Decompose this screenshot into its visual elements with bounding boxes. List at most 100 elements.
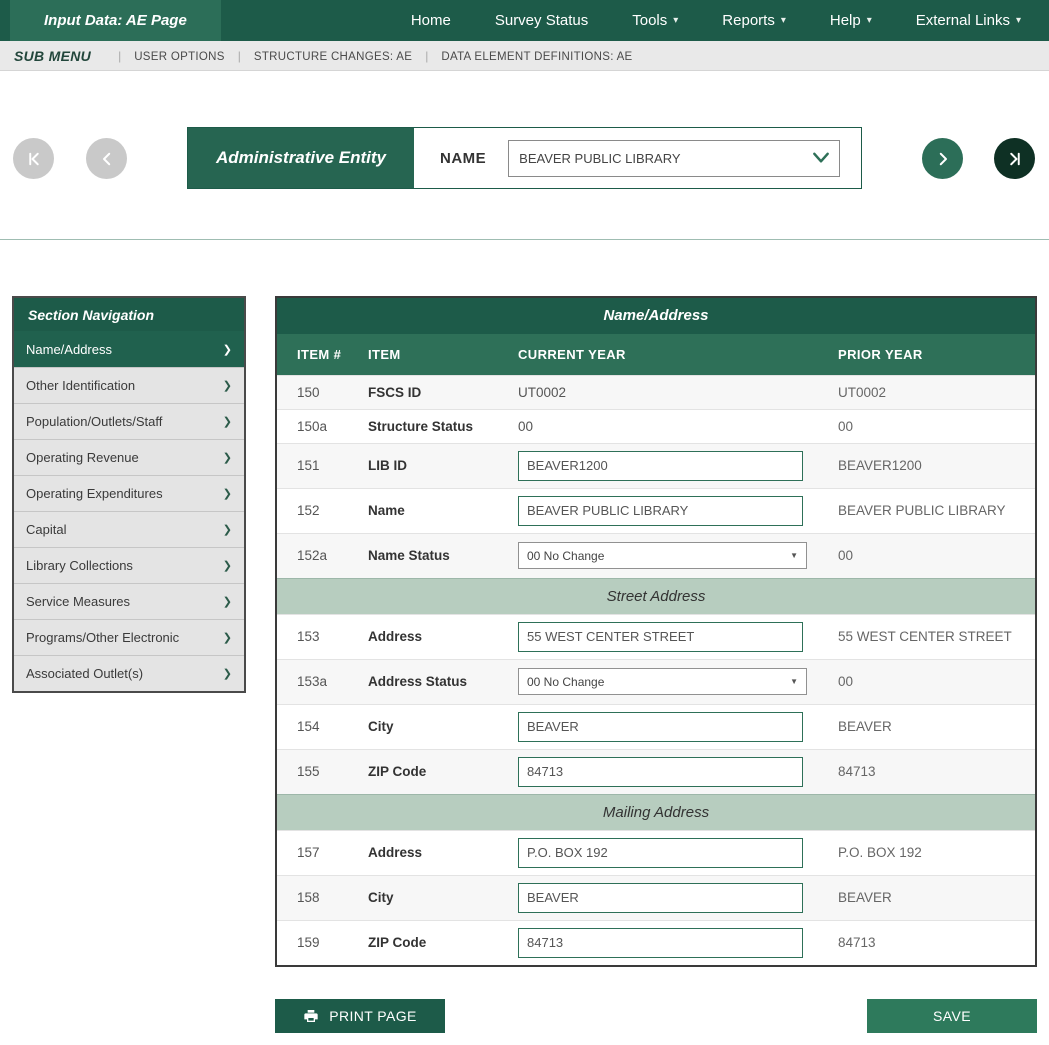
sidebar-item-label: Capital [26, 522, 66, 537]
table-row-159: 159ZIP Code84713 [277, 920, 1035, 965]
sidebar-item-population-outlets-staff[interactable]: Population/Outlets/Staff❯ [14, 403, 244, 439]
item-number: 157 [277, 830, 367, 875]
input-item-157[interactable] [518, 838, 803, 868]
input-item-155[interactable] [518, 757, 803, 787]
item-number: 153 [277, 614, 367, 659]
skip-last-icon [1006, 150, 1024, 168]
submenu-title: SUB MENU [14, 48, 91, 64]
submenu-bar: SUB MENU | USER OPTIONS | STRUCTURE CHANGES… [0, 41, 1049, 71]
chevron-down-icon: ▾ [1016, 15, 1021, 26]
item-number: 151 [277, 443, 367, 488]
sidebar-item-label: Population/Outlets/Staff [26, 414, 162, 429]
prior-year-value: 84713 [837, 749, 1035, 794]
chevron-right-icon: ❯ [223, 379, 232, 392]
sidebar-item-label: Name/Address [26, 342, 112, 357]
submenu-item-user-options[interactable]: USER OPTIONS [134, 51, 225, 63]
sidebar-item-operating-expenditures[interactable]: Operating Expenditures ❯ [14, 475, 244, 511]
item-label: Structure Status [367, 409, 517, 443]
entity-name-value: BEAVER PUBLIC LIBRARY [519, 151, 680, 166]
print-page-button[interactable]: PRINT PAGE [275, 999, 445, 1033]
input-item-151[interactable] [518, 451, 803, 481]
item-number: 154 [277, 704, 367, 749]
chevron-right-icon: ❯ [223, 667, 232, 680]
chevron-right-icon: ❯ [223, 487, 232, 500]
chevron-left-icon [98, 150, 116, 168]
item-label: ZIP Code [367, 920, 517, 965]
sidebar-item-capital[interactable]: Capital❯ [14, 511, 244, 547]
chevron-down-icon: ▾ [867, 15, 872, 26]
sidebar-item-label: Programs/Other Electronic [26, 630, 179, 645]
select-item-152a[interactable]: 00 No Change▼ [518, 542, 807, 569]
sidebar-items: Name/Address❯Other Identification❯Popula… [14, 331, 244, 691]
item-label: City [367, 875, 517, 920]
entity-name-select[interactable]: BEAVER PUBLIC LIBRARY [508, 140, 840, 177]
submenu-separator: | [425, 49, 428, 63]
data-table-panel: Name/Address ITEM # ITEM CURRENT YEAR PR… [275, 296, 1037, 967]
input-item-153[interactable] [518, 622, 803, 652]
column-header-current-year: CURRENT YEAR [517, 334, 837, 375]
chevron-right-icon: ❯ [223, 595, 232, 608]
first-record-button[interactable] [13, 138, 54, 179]
table-row-152: 152NameBEAVER PUBLIC LIBRARY [277, 488, 1035, 533]
sidebar-item-label: Operating Expenditures [26, 486, 163, 501]
sidebar-item-name-address[interactable]: Name/Address❯ [14, 331, 244, 367]
nav-item-home[interactable]: Home [411, 12, 451, 29]
subsection-row: Street Address [277, 578, 1035, 614]
active-page-tab[interactable]: Input Data: AE Page [10, 0, 221, 41]
sidebar-item-associated-outlet-s[interactable]: Associated Outlet(s)❯ [14, 655, 244, 691]
prior-year-value: P.O. BOX 192 [837, 830, 1035, 875]
nav-item-survey-status[interactable]: Survey Status [495, 12, 588, 29]
prior-year-value: BEAVER1200 [837, 443, 1035, 488]
nav-item-reports[interactable]: Reports▾ [722, 12, 786, 29]
select-value: 00 No Change [527, 675, 604, 689]
table-row-150a: 150aStructure Status0000 [277, 409, 1035, 443]
sidebar-item-programs-other-electronic[interactable]: Programs/Other Electronic❯ [14, 619, 244, 655]
item-number: 152a [277, 533, 367, 578]
subsection-row: Mailing Address [277, 794, 1035, 830]
entity-type-label: Administrative Entity [188, 128, 414, 188]
sidebar-item-operating-revenue[interactable]: Operating Revenue❯ [14, 439, 244, 475]
item-number: 150a [277, 409, 367, 443]
nav-item-help[interactable]: Help▾ [830, 12, 872, 29]
nav-item-external-links[interactable]: External Links▾ [916, 12, 1021, 29]
input-item-154[interactable] [518, 712, 803, 742]
sidebar-item-library-collections[interactable]: Library Collections❯ [14, 547, 244, 583]
item-number: 158 [277, 875, 367, 920]
select-item-153a[interactable]: 00 No Change▼ [518, 668, 807, 695]
sidebar-title: Section Navigation [14, 298, 244, 331]
column-header-item-number: ITEM # [277, 334, 367, 375]
chevron-down-icon: ▾ [673, 15, 678, 26]
nav-item-tools[interactable]: Tools▾ [632, 12, 678, 29]
next-record-button[interactable] [922, 138, 963, 179]
input-item-158[interactable] [518, 883, 803, 913]
previous-record-button[interactable] [86, 138, 127, 179]
sidebar-item-service-measures[interactable]: Service Measures❯ [14, 583, 244, 619]
sidebar-item-label: Other Identification [26, 378, 135, 393]
input-item-159[interactable] [518, 928, 803, 958]
top-navbar: Input Data: AE Page Home Survey Status Too… [0, 0, 1049, 41]
sidebar-item-other-identification[interactable]: Other Identification ❯ [14, 367, 244, 403]
chevron-right-icon [934, 150, 952, 168]
save-button[interactable]: SAVE [867, 999, 1037, 1033]
item-label: Address Status [367, 659, 517, 704]
submenu-separator: | [118, 49, 121, 63]
prior-year-value: 84713 [837, 920, 1035, 965]
table-title: Name/Address [277, 298, 1035, 334]
chevron-right-icon: ❯ [223, 559, 232, 572]
submenu-item-data-element-definitions-ae[interactable]: DATA ELEMENT DEFINITIONS: AE [441, 51, 632, 63]
prior-year-value: UT0002 [837, 375, 1035, 409]
item-label: Address [367, 614, 517, 659]
prior-year-value: 00 [837, 533, 1035, 578]
chevron-down-icon [811, 151, 831, 165]
table-header-row: ITEM # ITEM CURRENT YEAR PRIOR YEAR [277, 334, 1035, 375]
item-label: Name Status [367, 533, 517, 578]
table-row-154: 154CityBEAVER [277, 704, 1035, 749]
item-number: 153a [277, 659, 367, 704]
chevron-down-icon: ▼ [790, 551, 798, 560]
submenu-item-structure-changes-ae[interactable]: STRUCTURE CHANGES: AE [254, 51, 412, 63]
last-record-button[interactable] [994, 138, 1035, 179]
sidebar-item-label: Operating Revenue [26, 450, 139, 465]
prior-year-value: 00 [837, 659, 1035, 704]
submenu-separator: | [238, 49, 241, 63]
input-item-152[interactable] [518, 496, 803, 526]
